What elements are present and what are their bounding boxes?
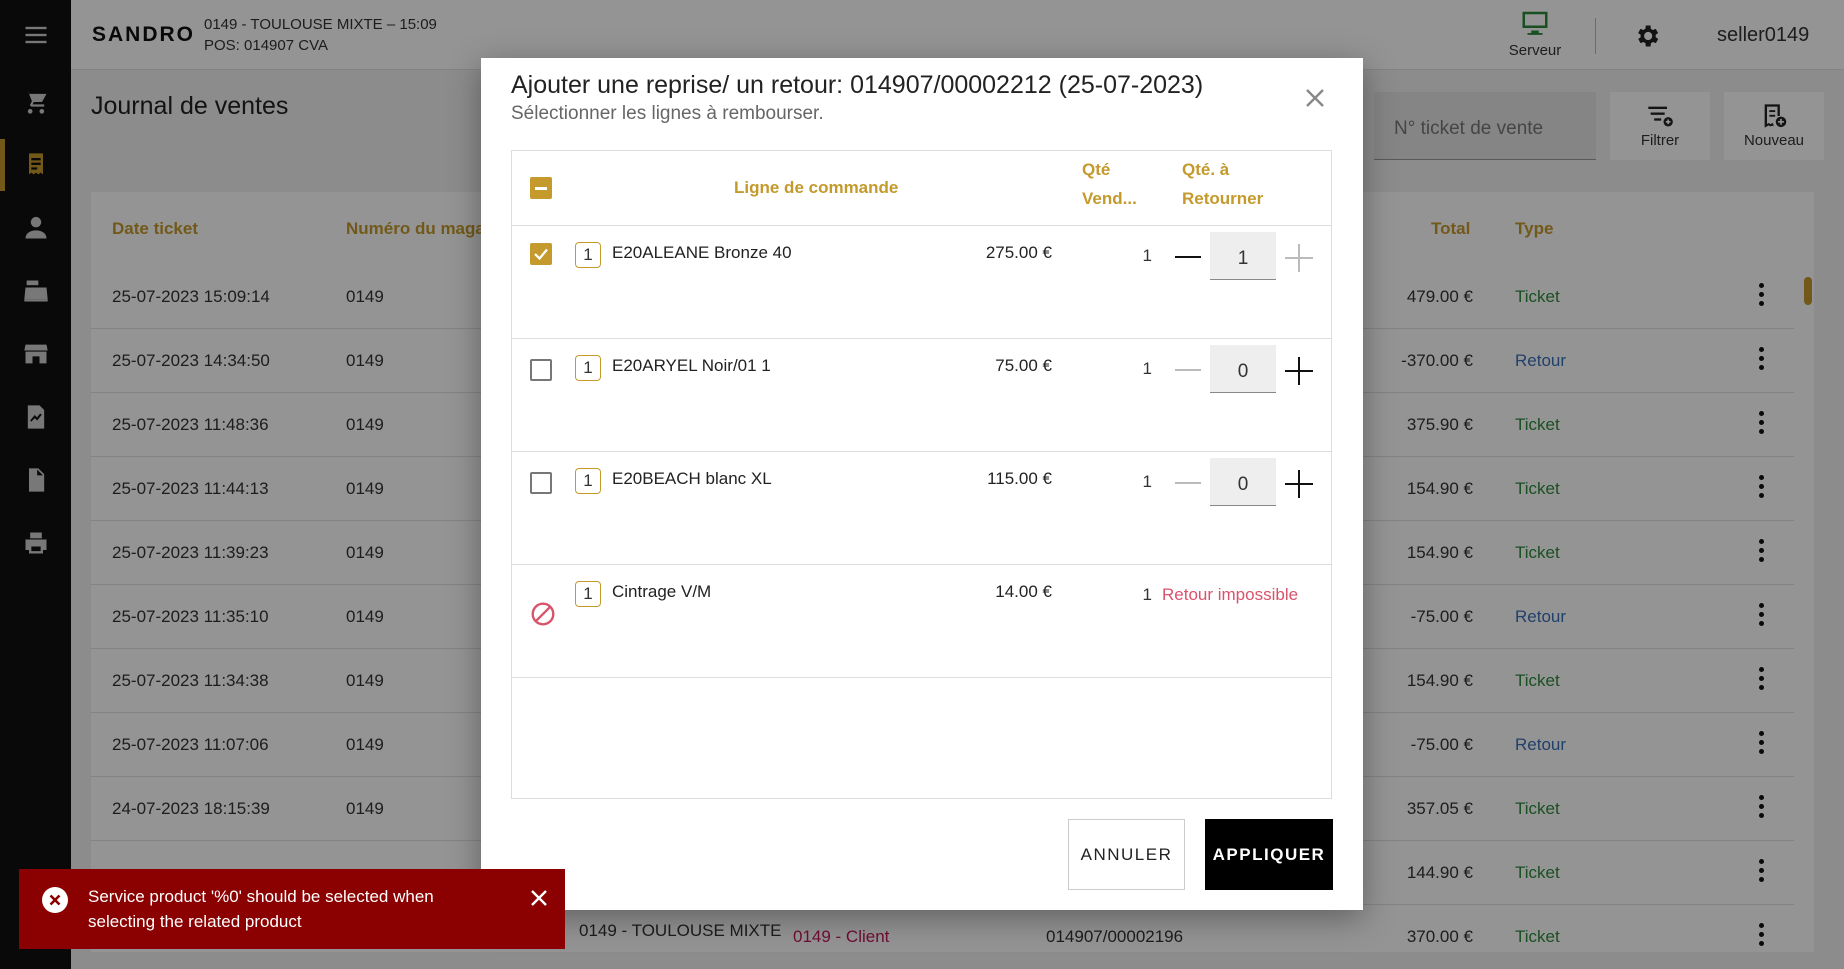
header-qty-return: Qté. à Retourner: [1182, 155, 1263, 213]
line-qty-badge: 1: [575, 468, 601, 494]
return-qty-input[interactable]: 0: [1210, 345, 1276, 393]
header-order-line: Ligne de commande: [734, 178, 899, 197]
error-icon: [42, 887, 68, 913]
header-qty-sold-line1: Qté: [1082, 160, 1111, 179]
line-qty-sold: 1: [1142, 359, 1152, 378]
line-qty-sold: 1: [1142, 585, 1152, 604]
close-icon[interactable]: [530, 889, 548, 907]
line-checkbox[interactable]: [530, 243, 552, 265]
order-line[interactable]: 1 E20ALEANE Bronze 40 275.00 € 1 1: [512, 226, 1331, 339]
line-product-name: Cintrage V/M: [612, 582, 712, 601]
header-qty-sold-line2: Vend...: [1082, 189, 1137, 208]
block-icon: [530, 601, 556, 627]
select-all-checkbox[interactable]: [530, 177, 552, 199]
line-qty-sold: 1: [1142, 246, 1152, 265]
toast-message: Service product '%0' should be selected …: [88, 887, 434, 931]
cancel-button[interactable]: ANNULER: [1068, 819, 1185, 890]
line-qty-badge: 1: [575, 242, 601, 268]
line-product-name: E20BEACH blanc XL: [612, 469, 772, 488]
line-price: 275.00 €: [985, 243, 1052, 262]
line-qty-badge: 1: [575, 355, 601, 381]
order-line[interactable]: 1 E20ARYEL Noir/01 1 75.00 € 1 0: [512, 339, 1331, 452]
line-product-name: E20ALEANE Bronze 40: [612, 243, 792, 262]
order-line[interactable]: 1 E20BEACH blanc XL 115.00 € 1 0: [512, 452, 1331, 565]
header-qty-sold: Qté Vend...: [1082, 155, 1137, 213]
line-price: 115.00 €: [987, 469, 1052, 488]
header-qty-return-line1: Qté. à: [1182, 160, 1230, 179]
return-impossible-label: Retour impossible: [1162, 585, 1299, 604]
line-checkbox[interactable]: [530, 472, 552, 494]
line-price: 75.00 €: [995, 356, 1052, 375]
dialog-subtitle: Sélectionner les lignes à rembourser.: [511, 103, 824, 124]
apply-button[interactable]: APPLIQUER: [1205, 819, 1333, 890]
decrement-button[interactable]: [1175, 369, 1201, 371]
increment-button[interactable]: [1285, 470, 1313, 498]
header-qty-return-line2: Retourner: [1182, 189, 1264, 208]
return-qty-input[interactable]: 1: [1210, 232, 1276, 280]
order-lines-table: Ligne de commande Qté Vend... Qté. à Ret…: [511, 150, 1332, 799]
order-line: 1 Cintrage V/M 14.00 € 1 Retour impossib…: [512, 565, 1331, 678]
increment-button[interactable]: [1285, 244, 1313, 272]
increment-button[interactable]: [1285, 357, 1313, 385]
decrement-button[interactable]: [1175, 256, 1201, 258]
line-product-name: E20ARYEL Noir/01 1: [612, 356, 771, 375]
close-icon[interactable]: [1303, 86, 1327, 110]
error-toast: Service product '%0' should be selected …: [19, 869, 565, 949]
dialog-title: Ajouter une reprise/ un retour: 014907/0…: [511, 71, 1204, 99]
decrement-button[interactable]: [1175, 482, 1201, 484]
return-dialog: Ajouter une reprise/ un retour: 014907/0…: [481, 58, 1363, 910]
line-price: 14.00 €: [995, 582, 1052, 601]
order-lines-header: Ligne de commande Qté Vend... Qté. à Ret…: [512, 151, 1331, 226]
line-qty-sold: 1: [1142, 472, 1152, 491]
return-qty-input[interactable]: 0: [1210, 458, 1276, 506]
line-qty-badge: 1: [575, 581, 601, 607]
line-checkbox[interactable]: [530, 359, 552, 381]
